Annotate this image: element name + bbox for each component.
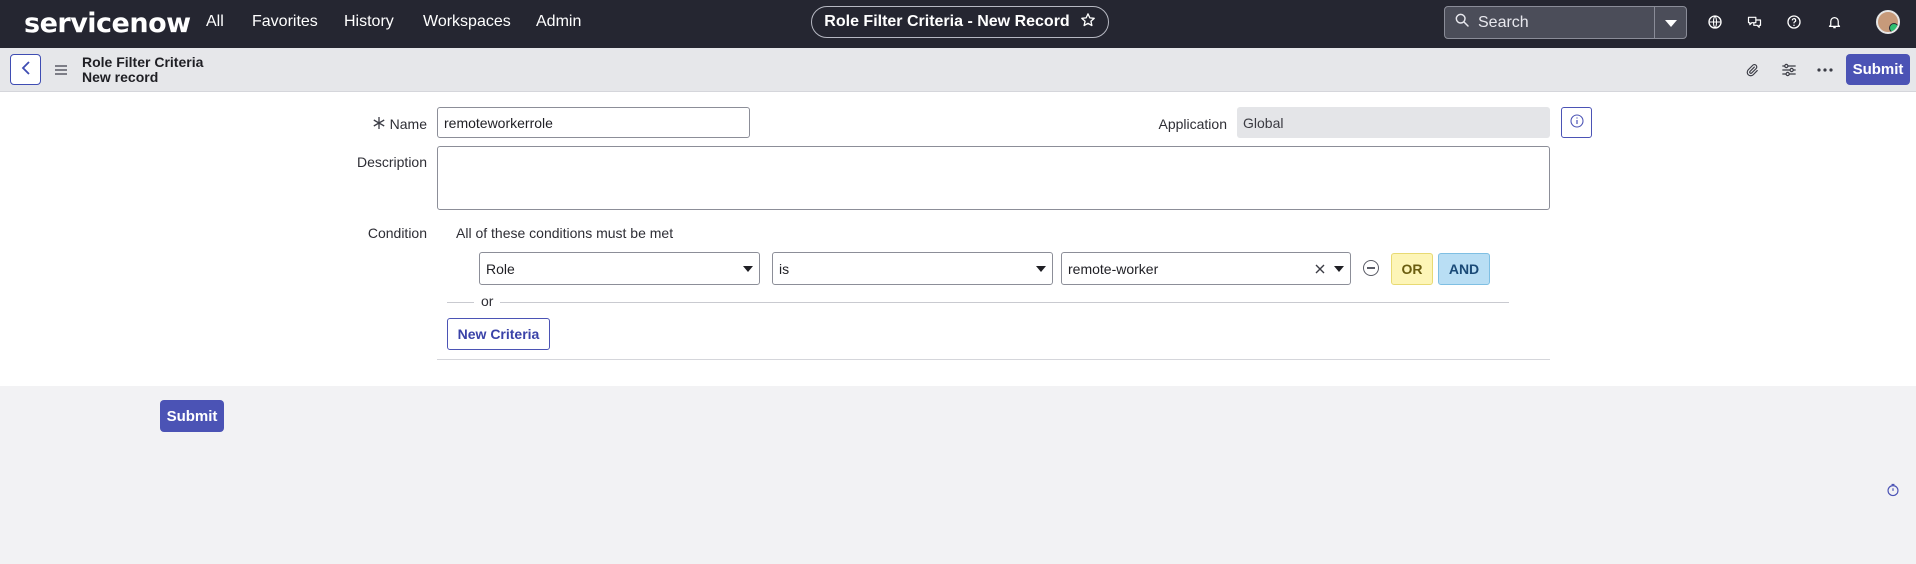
form-title-block: Role Filter Criteria New record [82,55,203,85]
chevron-left-icon [21,61,31,78]
caret-down-icon [743,266,753,272]
condition-value-select[interactable]: remote-worker [1061,252,1351,285]
submit-button-footer[interactable]: Submit [160,400,224,432]
name-label-group: Name [370,116,427,132]
condition-field-value: Role [486,260,515,277]
star-icon[interactable] [1080,12,1096,33]
chevron-down-icon [1664,15,1677,31]
description-label: Description [356,154,427,170]
remove-condition-icon[interactable] [1363,260,1379,276]
clear-icon[interactable] [1314,262,1326,278]
add-or-condition-button[interactable]: OR [1391,253,1433,285]
name-input[interactable]: remoteworkerrole [437,107,750,138]
record-title: Role Filter Criteria - New Record [824,13,1070,30]
nav-item-history[interactable]: History [344,13,394,31]
form-body: Name remoteworkerrole Application Global… [0,92,1916,386]
more-options-icon[interactable] [1815,60,1835,80]
condition-value: remote-worker [1068,260,1159,277]
condition-summary: All of these conditions must be met [456,225,674,241]
name-label: Name [389,116,427,132]
condition-label: Condition [367,225,427,241]
chat-icon[interactable] [1744,12,1764,32]
top-navigation-bar: servicenow All Favorites History Workspa… [0,0,1916,48]
search-icon [1454,12,1470,33]
mandatory-asterisk-icon [373,116,385,132]
help-icon[interactable] [1784,12,1804,32]
condition-bottom-divider [437,359,1550,360]
nav-item-all[interactable]: All [206,13,224,31]
application-field: Global [1237,107,1550,138]
record-title-pill[interactable]: Role Filter Criteria - New Record [811,6,1109,38]
add-and-condition-button[interactable]: AND [1438,253,1490,285]
or-divider [447,302,1509,303]
caret-down-icon [1334,266,1344,272]
submit-button-header[interactable]: Submit [1846,54,1910,85]
timer-icon[interactable] [1886,483,1900,497]
back-button[interactable] [10,54,41,85]
description-textarea[interactable] [437,146,1550,210]
form-title: Role Filter Criteria [82,54,204,70]
form-subtitle: New record [82,69,159,85]
or-separator-label: or [474,293,501,309]
globe-icon[interactable] [1705,12,1725,32]
nav-item-favorites[interactable]: Favorites [252,13,318,31]
form-header: Role Filter Criteria New record Submit [0,48,1916,92]
servicenow-logo[interactable]: servicenow [24,8,191,39]
user-avatar[interactable] [1876,10,1900,34]
global-search[interactable]: Search [1444,6,1687,39]
application-info-button[interactable] [1561,107,1592,138]
new-criteria-button[interactable]: New Criteria [447,318,550,350]
search-input[interactable]: Search [1445,7,1654,38]
condition-operator-select[interactable]: is [772,252,1053,285]
paperclip-icon[interactable] [1742,60,1762,80]
context-menu-icon[interactable] [55,62,67,78]
bell-icon[interactable] [1824,12,1844,32]
nav-item-workspaces[interactable]: Workspaces [423,13,511,31]
nav-item-admin[interactable]: Admin [536,13,581,31]
caret-down-icon [1036,266,1046,272]
search-scope-dropdown[interactable] [1654,7,1686,38]
application-label: Application [1158,116,1228,132]
condition-field-select[interactable]: Role [479,252,760,285]
search-placeholder: Search [1478,13,1529,31]
info-icon [1569,113,1585,132]
condition-operator-value: is [779,260,790,277]
settings-sliders-icon[interactable] [1779,60,1799,80]
